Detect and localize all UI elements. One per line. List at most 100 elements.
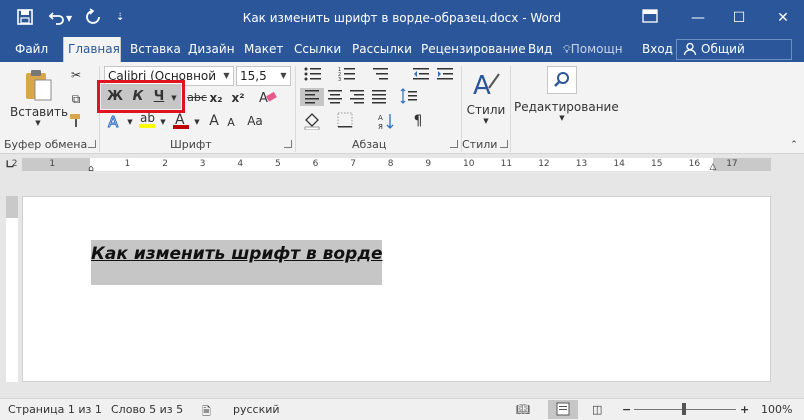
shading-icon[interactable] (300, 112, 324, 131)
indent-marker-icon[interactable]: ⌂ (85, 164, 97, 178)
tab-home[interactable]: Главная (63, 37, 121, 62)
ribbon-display-icon[interactable] (640, 9, 660, 27)
sign-in-link[interactable]: Вход (638, 37, 677, 62)
proofing-icon[interactable]: 🗎︎ (202, 403, 211, 420)
cut-icon[interactable]: ✂ (66, 66, 86, 84)
styles-launcher-icon[interactable] (500, 140, 508, 148)
clear-formatting-icon[interactable]: A (256, 88, 280, 106)
ruler-number: 3 (199, 159, 206, 169)
increase-indent-icon[interactable] (434, 66, 456, 84)
tab-view[interactable]: Вид (524, 37, 556, 62)
styles-button[interactable]: A Стили ▼ (466, 68, 506, 134)
ruler-number: 10 (463, 159, 475, 169)
font-color-icon[interactable]: A (170, 110, 192, 129)
bullets-icon[interactable] (302, 66, 324, 84)
title-bar: ▼ ⇣ Как изменить шрифт в ворде-образец.d… (0, 0, 804, 37)
clipboard-launcher-icon[interactable] (88, 140, 96, 148)
font-launcher-icon[interactable] (284, 140, 292, 148)
line-spacing-icon[interactable] (398, 88, 420, 106)
tab-layout[interactable]: Макет (240, 37, 287, 62)
superscript-button[interactable]: x² (228, 89, 248, 107)
ribbon-tabs: Файл Главная Вставка Дизайн Макет Ссылки… (0, 37, 804, 75)
collapse-ribbon-icon[interactable]: ⌃ (788, 136, 800, 154)
zoom-out-icon[interactable]: − (622, 403, 631, 416)
highlight-dropdown-icon[interactable]: ▼ (158, 113, 168, 131)
lightbulb-icon: 💡︎ (563, 43, 571, 56)
group-divider (510, 66, 511, 152)
ruler-number: 2 (162, 159, 168, 169)
close-icon[interactable]: ✕ (773, 9, 793, 27)
font-color-dropdown-icon[interactable]: ▼ (192, 113, 202, 131)
subscript-button[interactable]: x₂ (206, 89, 226, 107)
shrink-font-button[interactable]: A (224, 114, 238, 132)
ruler-number: 6 (312, 159, 319, 169)
ruler-number: 7 (350, 159, 356, 169)
right-indent-marker-icon[interactable]: △ (707, 162, 719, 180)
tab-file[interactable]: Файл (11, 37, 52, 62)
multilevel-list-icon[interactable] (370, 66, 392, 84)
ruler-number: 8 (387, 159, 394, 169)
copy-icon[interactable]: ⧉ (66, 90, 86, 108)
print-layout-icon[interactable] (548, 400, 578, 419)
paste-label: Вставить (10, 105, 69, 119)
editing-button[interactable]: Редактирование ▼ (514, 66, 619, 132)
paragraph-launcher-icon[interactable] (450, 140, 458, 148)
ruler-number: 16 (688, 159, 701, 169)
grow-font-button[interactable]: A (205, 112, 223, 130)
ruler-number: 1 (124, 159, 131, 169)
styles-icon: A (466, 68, 506, 103)
text-effects-icon[interactable]: A (104, 112, 126, 132)
ruler-number: 9 (425, 159, 432, 169)
decrease-indent-icon[interactable] (410, 66, 432, 84)
ruler-number: 11 (500, 159, 513, 169)
web-layout-icon[interactable]: ◫ (592, 403, 602, 416)
vertical-ruler[interactable] (6, 196, 18, 382)
minimize-icon[interactable]: — (688, 9, 708, 27)
justify-icon[interactable] (368, 88, 390, 106)
align-left-icon[interactable] (300, 88, 324, 106)
zoom-level[interactable]: 100% (761, 403, 792, 416)
ruler-number: 14 (613, 159, 625, 169)
change-case-button[interactable]: Aa (242, 112, 268, 130)
tab-insert[interactable]: Вставка (126, 37, 185, 62)
strikethrough-button[interactable]: abc (186, 89, 208, 107)
styles-label: Стили (466, 103, 506, 117)
document-page[interactable] (22, 196, 771, 382)
font-name-dropdown-icon: ▼ (220, 67, 233, 85)
share-button[interactable]: Общий доступ (676, 39, 792, 75)
show-marks-button[interactable]: ¶ (408, 112, 428, 130)
maximize-icon[interactable]: ☐ (729, 9, 749, 27)
svg-text:A: A (259, 91, 268, 106)
format-painter-icon[interactable] (66, 112, 86, 130)
tab-references[interactable]: Ссылки (290, 37, 345, 62)
tab-design[interactable]: Дизайн (184, 37, 239, 62)
highlight-color-icon[interactable]: ab (136, 110, 158, 128)
tab-mailings[interactable]: Рассылки (348, 37, 416, 62)
align-right-icon[interactable] (346, 88, 368, 106)
zoom-in-icon[interactable]: + (740, 403, 749, 416)
read-mode-icon[interactable]: 📖︎ (516, 403, 530, 416)
align-center-icon[interactable] (324, 88, 346, 106)
numbering-icon[interactable]: 123 (336, 66, 358, 84)
tab-tell-me[interactable]: 💡︎Помощн (563, 37, 627, 62)
status-bar: Страница 1 из 1 Слово 5 из 5 🗎︎ русский … (0, 398, 804, 420)
group-divider (295, 66, 296, 152)
editing-dropdown-icon: ▼ (559, 114, 565, 122)
svg-text:ab: ab (140, 111, 155, 125)
styles-dropdown-icon: ▼ (483, 117, 489, 125)
page-count[interactable]: Страница 1 из 1 (8, 403, 102, 416)
window-title: Как изменить шрифт в ворде-образец.docx … (242, 11, 562, 25)
paste-button[interactable]: Вставить ▼ (10, 68, 69, 134)
font-size-combo[interactable]: 15,5 ▼ (236, 66, 291, 86)
tab-review[interactable]: Рецензирование (417, 37, 530, 62)
ribbon: Вставить ▼ ✂ ⧉ Буфер обмена Calibri (Осн… (0, 62, 804, 154)
sort-icon[interactable]: AЯ (376, 112, 398, 131)
borders-icon[interactable] (334, 112, 356, 130)
document-text[interactable]: Как изменить шрифт в ворде (91, 244, 383, 264)
svg-text:3: 3 (338, 77, 341, 82)
language[interactable]: русский (233, 403, 280, 416)
zoom-slider-thumb[interactable] (682, 403, 686, 415)
person-icon (683, 42, 697, 62)
word-count[interactable]: Слово 5 из 5 (111, 403, 183, 416)
text-effects-dropdown-icon[interactable]: ▼ (125, 113, 135, 131)
